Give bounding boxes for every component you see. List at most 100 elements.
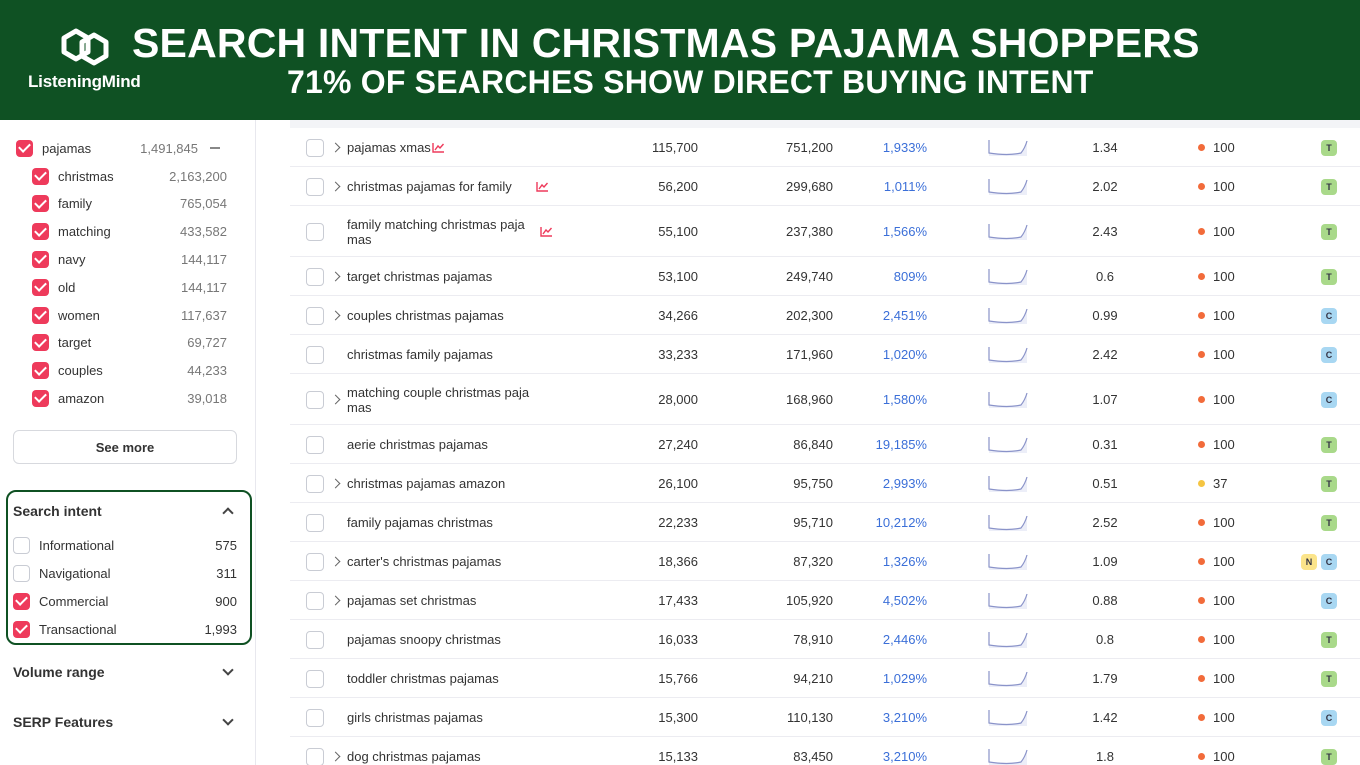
intent-count: 900 xyxy=(215,593,237,609)
checkbox-unchecked[interactable] xyxy=(13,564,30,582)
difficulty-dot xyxy=(1198,636,1205,643)
keyword-filter-item[interactable]: christmas 2,163,200 xyxy=(32,166,227,186)
keyword-text[interactable]: pajamas xmas xyxy=(347,140,431,155)
checkbox-checked[interactable] xyxy=(32,389,49,407)
checkbox-checked[interactable] xyxy=(32,167,49,185)
table-row[interactable]: target christmas pajamas 53,100 249,740 809… xyxy=(290,257,1360,296)
table-row[interactable]: dog christmas pajamas 15,133 83,450 3,210% 1… xyxy=(290,737,1360,765)
row-checkbox[interactable] xyxy=(306,630,324,649)
keyword-text[interactable]: target christmas pajamas xyxy=(347,269,492,284)
intent-option-commercial[interactable]: Commercial 900 xyxy=(13,591,237,611)
checkbox-checked[interactable] xyxy=(32,250,49,268)
table-row[interactable]: christmas family pajamas 33,233 171,960 1,0… xyxy=(290,335,1360,374)
keyword-filter-item[interactable]: couples 44,233 xyxy=(32,361,227,381)
see-more-button[interactable]: See more xyxy=(13,430,237,464)
expand-caret-icon[interactable] xyxy=(330,556,341,566)
checkbox-checked[interactable] xyxy=(32,306,49,324)
expand-caret-icon[interactable] xyxy=(330,478,341,488)
intent-badge: C xyxy=(1321,391,1337,408)
table-row[interactable]: family matching christmas paja mas 55,100 2… xyxy=(290,206,1360,257)
keyword-filter-item[interactable]: old 144,117 xyxy=(32,277,227,297)
row-checkbox[interactable] xyxy=(306,267,324,286)
keyword-text[interactable]: matching couple christmas paja mas xyxy=(347,385,529,415)
checkbox-checked[interactable] xyxy=(32,278,49,296)
row-checkbox[interactable] xyxy=(306,591,324,610)
table-row[interactable]: christmas pajamas amazon 26,100 95,750 2,99… xyxy=(290,464,1360,503)
volume-range-title[interactable]: Volume range xyxy=(13,664,105,680)
collapse-dash-icon[interactable] xyxy=(210,147,220,149)
checkbox-checked[interactable] xyxy=(32,362,49,380)
keyword-filter-item[interactable]: matching 433,582 xyxy=(32,222,227,242)
row-checkbox[interactable] xyxy=(306,345,324,364)
keyword-text[interactable]: pajamas set christmas xyxy=(347,593,476,608)
table-row[interactable]: pajamas snoopy christmas 16,033 78,910 2,44… xyxy=(290,620,1360,659)
table-row[interactable]: carter's christmas pajamas 18,366 87,320 1,… xyxy=(290,542,1360,581)
expand-caret-icon[interactable] xyxy=(330,751,341,761)
table-row[interactable]: couples christmas pajamas 34,266 202,300 2,… xyxy=(290,296,1360,335)
keyword-text[interactable]: dog christmas pajamas xyxy=(347,749,481,764)
table-row[interactable]: family pajamas christmas 22,233 95,710 10,2… xyxy=(290,503,1360,542)
row-checkbox[interactable] xyxy=(306,138,324,157)
checkbox-checked[interactable] xyxy=(32,334,49,352)
row-checkbox[interactable] xyxy=(306,708,324,727)
keyword-text[interactable]: carter's christmas pajamas xyxy=(347,554,501,569)
keyword-text[interactable]: girls christmas pajamas xyxy=(347,710,483,725)
intent-option-navigational[interactable]: Navigational 311 xyxy=(13,563,237,583)
keyword-text[interactable]: couples christmas pajamas xyxy=(347,308,504,323)
keyword-text[interactable]: aerie christmas pajamas xyxy=(347,437,488,452)
keyword-text[interactable]: toddler christmas pajamas xyxy=(347,671,499,686)
keyword-label: target xyxy=(58,335,92,351)
table-row[interactable]: matching couple christmas paja mas 28,000 1… xyxy=(290,374,1360,425)
checkbox-checked[interactable] xyxy=(32,195,49,213)
row-checkbox[interactable] xyxy=(306,474,324,493)
expand-caret-icon[interactable] xyxy=(330,394,341,404)
keyword-line: pajamas set christmas xyxy=(347,592,477,608)
keyword-text[interactable]: pajamas snoopy christmas xyxy=(347,632,501,647)
chevron-down-icon[interactable] xyxy=(222,714,234,726)
chevron-down-icon[interactable] xyxy=(222,664,234,676)
table-row[interactable]: girls christmas pajamas 15,300 110,130 3,21… xyxy=(290,698,1360,737)
checkbox-checked[interactable] xyxy=(13,592,30,610)
table-row[interactable]: christmas pajamas for family 56,200 299,68… xyxy=(290,167,1360,206)
keyword-filter-item[interactable]: women 117,637 xyxy=(32,305,227,325)
row-checkbox[interactable] xyxy=(306,390,324,409)
intent-option-transactional[interactable]: Transactional 1,993 xyxy=(13,619,237,639)
keyword-filter-item[interactable]: navy 144,117 xyxy=(32,249,227,269)
growth-rate: 2,993% xyxy=(882,475,927,491)
expand-caret-icon[interactable] xyxy=(330,271,341,281)
row-checkbox[interactable] xyxy=(306,177,324,196)
checkbox-checked[interactable] xyxy=(13,620,30,638)
table-row[interactable]: pajamas set christmas 17,433 105,920 4,502%… xyxy=(290,581,1360,620)
growth-rate: 1,580% xyxy=(882,391,927,407)
table-row[interactable]: pajamas xmas 115,700 751,200 1,933% 1.34 100 T xyxy=(290,128,1360,167)
checkbox-unchecked[interactable] xyxy=(13,536,30,554)
intent-option-informational[interactable]: Informational 575 xyxy=(13,535,237,555)
root-keyword-item[interactable]: pajamas 1,491,845 xyxy=(16,138,198,158)
keyword-filter-item[interactable]: amazon 39,018 xyxy=(32,388,227,408)
row-checkbox[interactable] xyxy=(306,669,324,688)
serp-features-title[interactable]: SERP Features xyxy=(13,714,113,730)
row-checkbox[interactable] xyxy=(306,222,324,241)
checkbox-checked[interactable] xyxy=(16,139,33,157)
table-row[interactable]: aerie christmas pajamas 27,240 86,840 19,18… xyxy=(290,425,1360,464)
keyword-text[interactable]: christmas pajamas for family xyxy=(347,179,512,194)
keyword-text[interactable]: christmas pajamas amazon xyxy=(347,476,505,491)
expand-caret-icon[interactable] xyxy=(330,595,341,605)
keyword-filter-item[interactable]: target 69,727 xyxy=(32,333,227,353)
keyword-text[interactable]: christmas family pajamas xyxy=(347,347,493,362)
row-checkbox[interactable] xyxy=(306,435,324,454)
expand-caret-icon[interactable] xyxy=(330,310,341,320)
row-checkbox[interactable] xyxy=(306,306,324,325)
keyword-text[interactable]: family pajamas christmas xyxy=(347,515,493,530)
keyword-text[interactable]: family matching christmas paja mas xyxy=(347,217,525,247)
keyword-filter-item[interactable]: family 765,054 xyxy=(32,194,227,214)
row-checkbox[interactable] xyxy=(306,747,324,765)
expand-caret-icon[interactable] xyxy=(330,181,341,191)
checkbox-checked[interactable] xyxy=(32,223,49,241)
search-intent-title[interactable]: Search intent xyxy=(13,503,102,519)
expand-caret-icon[interactable] xyxy=(330,142,341,152)
row-checkbox[interactable] xyxy=(306,552,324,571)
table-row[interactable]: toddler christmas pajamas 15,766 94,210 1,0… xyxy=(290,659,1360,698)
row-checkbox[interactable] xyxy=(306,513,324,532)
search-volume: 33,233 xyxy=(658,346,698,362)
